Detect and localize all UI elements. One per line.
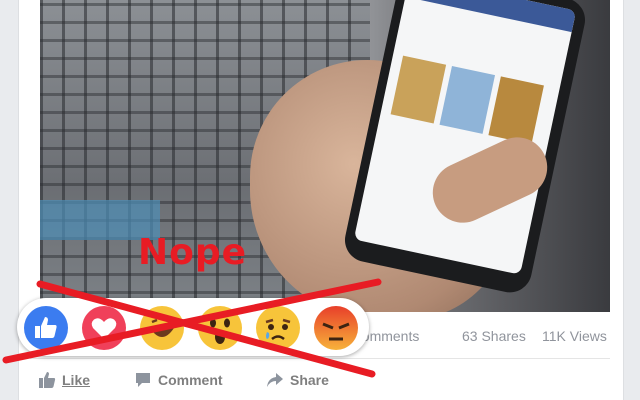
like-button[interactable]: Like: [38, 370, 90, 390]
shares-count[interactable]: 63 Shares: [462, 328, 526, 344]
wow-reaction-icon: [198, 306, 242, 350]
reaction-like[interactable]: [24, 306, 68, 350]
post-video-thumbnail[interactable]: [40, 0, 610, 312]
like-reaction-icon: [24, 306, 68, 350]
angry-reaction-icon: [314, 306, 358, 350]
love-reaction-icon: [82, 306, 126, 350]
haha-reaction-icon: [140, 306, 184, 350]
reaction-love[interactable]: [82, 306, 126, 350]
thumbs-up-icon: [39, 372, 56, 388]
share-icon: [267, 373, 283, 387]
comment-label: Comment: [158, 372, 223, 388]
share-button[interactable]: Share: [266, 370, 329, 390]
sad-reaction-icon: [256, 306, 300, 350]
nope-caption: Nope: [138, 232, 248, 273]
reaction-sad[interactable]: [256, 306, 300, 350]
actions-divider: [30, 358, 610, 359]
views-count[interactable]: 11K Views: [542, 328, 607, 344]
comment-icon: [136, 373, 150, 387]
reaction-wow[interactable]: [198, 306, 242, 350]
reaction-haha[interactable]: [140, 306, 184, 350]
comment-button[interactable]: Comment: [134, 370, 223, 390]
reaction-angry[interactable]: [314, 306, 358, 350]
share-label: Share: [290, 372, 329, 388]
like-label: Like: [62, 372, 91, 388]
